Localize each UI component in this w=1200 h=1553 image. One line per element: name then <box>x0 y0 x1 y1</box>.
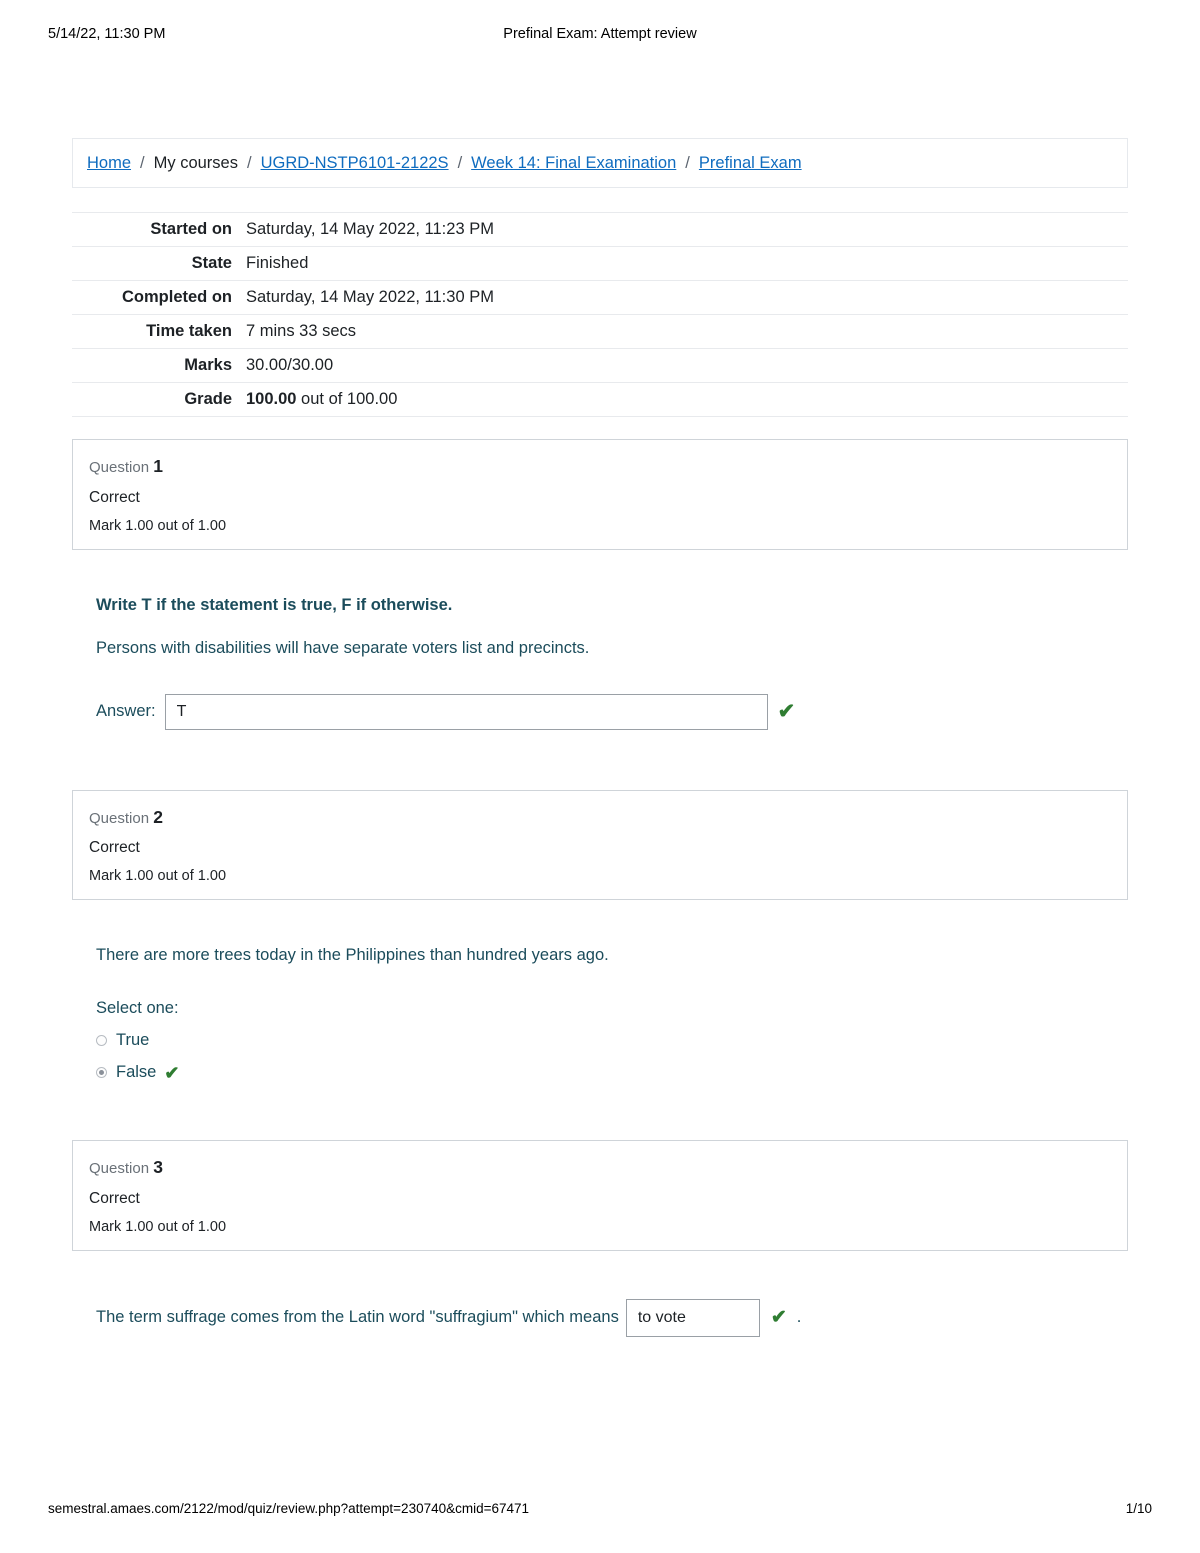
question-number: 2 <box>153 806 163 827</box>
summary-label-started-on: Started on <box>150 220 232 238</box>
summary-label-state: State <box>191 254 232 272</box>
summary-value-completed-on: Saturday, 14 May 2022, 11:30 PM <box>246 288 494 306</box>
print-header-title: Prefinal Exam: Attempt review <box>503 26 697 42</box>
question-2-number: Question 2 <box>89 804 1111 831</box>
print-footer-url: semestral.amaes.com/2122/mod/quiz/review… <box>48 1501 530 1516</box>
question-label: Question <box>89 809 150 827</box>
question-3-body: The term suffrage comes from the Latin w… <box>72 1298 1128 1337</box>
breadcrumb-separator: / <box>457 153 463 172</box>
radio-button-false[interactable] <box>96 1067 107 1078</box>
question-2-mark: Mark 1.00 out of 1.00 <box>89 868 227 884</box>
question-2-state: Correct <box>89 839 140 856</box>
question-2-info: Question 2 Correct Mark 1.00 out of 1.00 <box>72 789 1128 900</box>
print-footer-page-number: 1/10 <box>1125 1501 1152 1516</box>
table-row: Marks 30.00/30.00 <box>72 348 1128 383</box>
table-row: Time taken 7 mins 33 secs <box>72 314 1128 349</box>
question-1-answer-label: Answer: <box>96 702 156 720</box>
question-1-text: Persons with disabilities will have sepa… <box>96 638 590 657</box>
correct-check-icon: ✔ <box>770 1307 787 1328</box>
question-3-state: Correct <box>89 1189 140 1207</box>
table-row: Completed on Saturday, 14 May 2022, 11:3… <box>72 280 1128 315</box>
option-label-true: True <box>116 1031 150 1049</box>
breadcrumb-item-my-courses: My courses <box>153 153 238 172</box>
print-footer: semestral.amaes.com/2122/mod/quiz/review… <box>48 1501 1152 1519</box>
table-row: Grade 100.00 out of 100.00 <box>72 382 1128 417</box>
summary-value-marks: 30.00/30.00 <box>246 356 334 374</box>
question-1-body: Write T if the statement is true, F if o… <box>72 596 1128 730</box>
question-2-select-one-label: Select one: <box>96 999 179 1017</box>
option-label-false: False <box>116 1063 157 1081</box>
question-1-answer-input[interactable] <box>164 693 768 730</box>
attempt-summary-table: Started on Saturday, 14 May 2022, 11:23 … <box>72 212 1128 417</box>
page-content: Home / My courses / UGRD-NSTP6101-2122S … <box>72 138 1128 1337</box>
summary-label-time-taken: Time taken <box>146 322 232 340</box>
question-2-option-false[interactable]: False ✔ <box>96 1063 1104 1082</box>
breadcrumb-separator: / <box>140 153 145 172</box>
table-row: State Finished <box>72 246 1128 281</box>
question-label: Question <box>89 1160 150 1177</box>
summary-value-started-on: Saturday, 14 May 2022, 11:23 PM <box>246 220 494 238</box>
breadcrumb-item-home[interactable]: Home <box>87 154 131 173</box>
question-3-text-before: The term suffrage comes from the Latin w… <box>96 1308 619 1326</box>
question-3-cloze-line: The term suffrage comes from the Latin w… <box>96 1298 1104 1337</box>
question-number: 1 <box>153 456 163 476</box>
breadcrumb-item-course[interactable]: UGRD-NSTP6101-2122S <box>261 154 449 173</box>
breadcrumb: Home / My courses / UGRD-NSTP6101-2122S … <box>72 138 1128 188</box>
question-label: Question <box>89 459 150 476</box>
radio-button-true[interactable] <box>96 1035 107 1046</box>
breadcrumb-item-quiz[interactable]: Prefinal Exam <box>699 154 802 173</box>
summary-value-state: Finished <box>246 254 309 272</box>
question-3-number: Question 3 <box>89 1154 1111 1181</box>
print-header: 5/14/22, 11:30 PM Prefinal Exam: Attempt… <box>48 26 1152 46</box>
question-2-body: There are more trees today in the Philip… <box>72 946 1128 1082</box>
breadcrumb-separator: / <box>685 153 690 172</box>
question-1-answer-row: Answer: ✔ <box>96 693 1104 730</box>
correct-check-icon: ✔ <box>164 1062 180 1083</box>
correct-check-icon: ✔ <box>777 700 796 723</box>
question-1-number: Question 1 <box>89 453 1111 480</box>
question-1-state: Correct <box>89 488 140 506</box>
question-1-instruction: Write T if the statement is true, F if o… <box>96 595 453 614</box>
summary-value-time-taken: 7 mins 33 secs <box>246 322 357 340</box>
question-3-mark: Mark 1.00 out of 1.00 <box>89 1218 227 1235</box>
summary-label-completed-on: Completed on <box>122 288 232 306</box>
question-3-text-after: . <box>796 1308 802 1326</box>
grade-number: 100.00 <box>246 390 297 408</box>
grade-suffix: out of 100.00 <box>296 390 398 408</box>
breadcrumb-item-week[interactable]: Week 14: Final Examination <box>471 154 676 173</box>
breadcrumb-separator: / <box>246 153 252 172</box>
question-3-answer-input[interactable] <box>625 1298 760 1337</box>
question-number: 3 <box>153 1157 163 1177</box>
table-row: Started on Saturday, 14 May 2022, 11:23 … <box>72 212 1128 247</box>
question-2-text: There are more trees today in the Philip… <box>96 946 609 964</box>
question-2-option-true[interactable]: True <box>96 1031 1104 1050</box>
summary-label-marks: Marks <box>184 356 232 374</box>
summary-label-grade: Grade <box>184 390 232 408</box>
question-1-info: Question 1 Correct Mark 1.00 out of 1.00 <box>72 439 1128 550</box>
summary-value-grade: 100.00 out of 100.00 <box>246 383 1128 417</box>
question-1-mark: Mark 1.00 out of 1.00 <box>89 517 227 534</box>
question-3-info: Question 3 Correct Mark 1.00 out of 1.00 <box>72 1140 1128 1251</box>
